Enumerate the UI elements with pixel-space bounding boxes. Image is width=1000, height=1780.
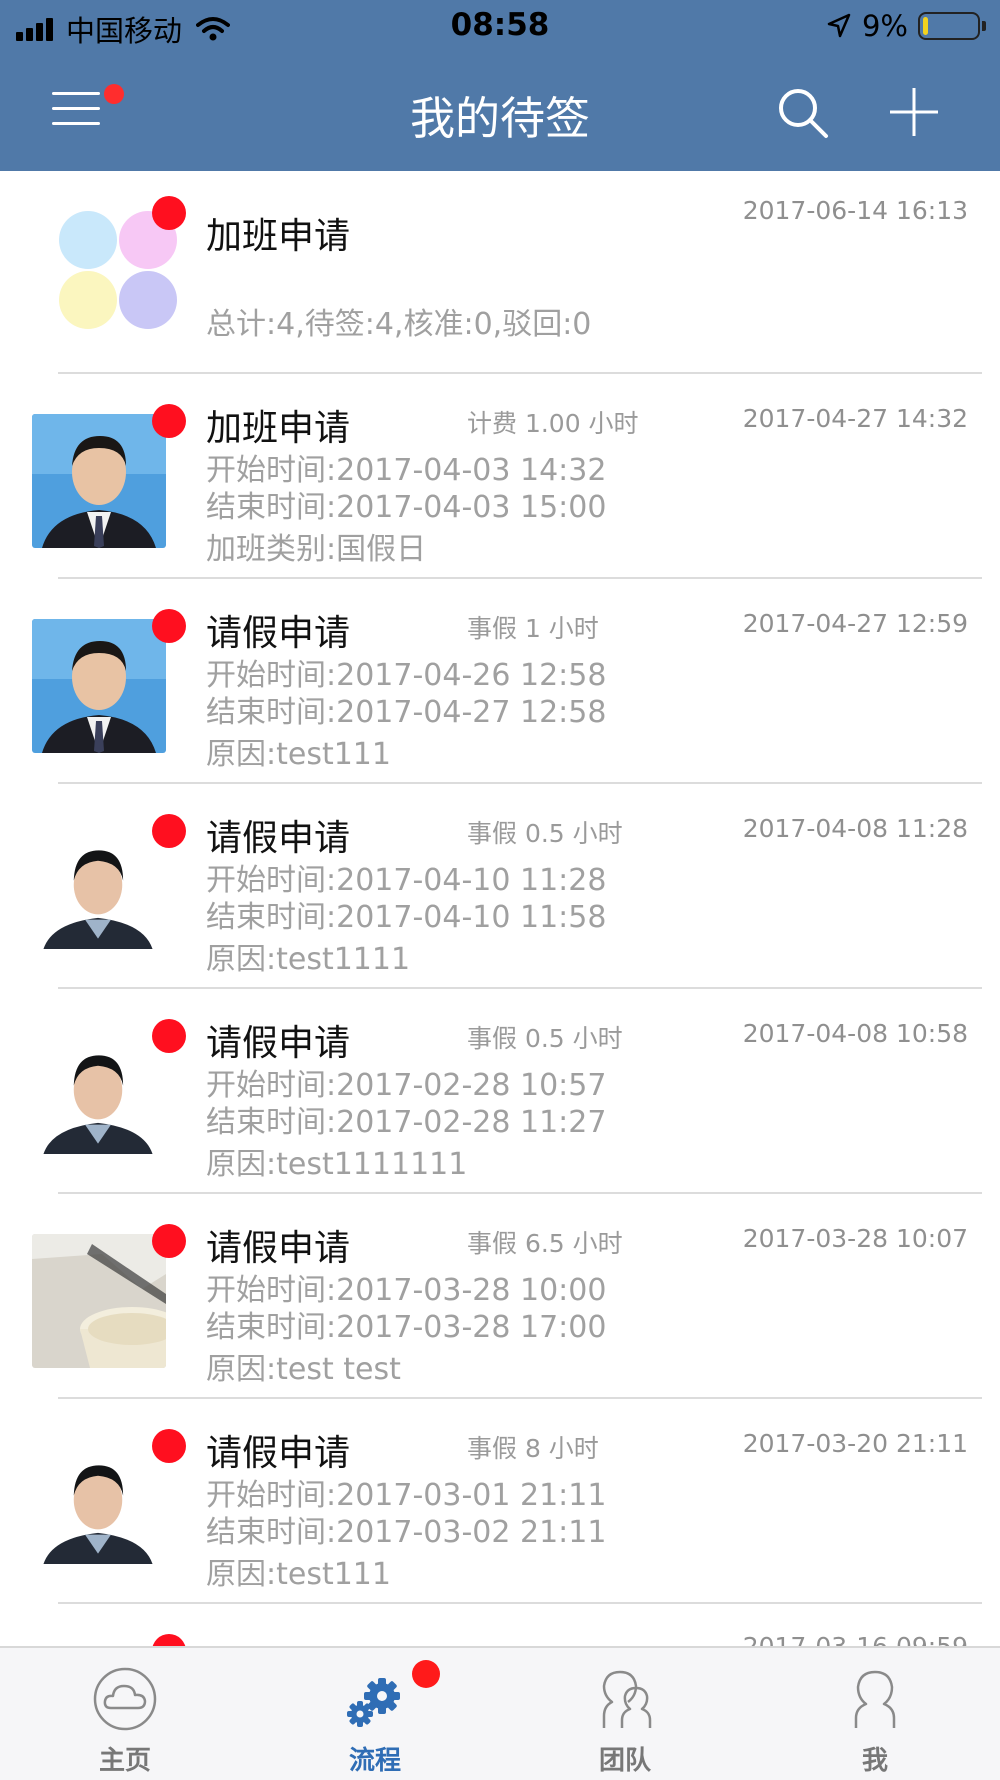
item-time: 2017-04-27 12:59 (742, 609, 968, 638)
unread-badge (152, 609, 186, 643)
avatar (32, 414, 166, 548)
item-time: 2017-03-28 10:07 (742, 1224, 968, 1253)
item-time: 2017-04-08 11:28 (742, 814, 968, 843)
person-icon (854, 1670, 896, 1728)
item-time: 2017-03-16 09:59 (743, 1632, 968, 1646)
item-title: 加班申请 (206, 408, 351, 449)
item-title: 请假申请 (206, 1433, 351, 1474)
location-arrow-icon (827, 13, 851, 38)
list-item[interactable]: 2017-03-16 09:59 (0, 1604, 1000, 1646)
gears-icon (347, 1678, 400, 1727)
item-title: 请假申请 (206, 1228, 351, 1269)
tab-bar: 主页 流程 团队 我 (0, 1646, 1000, 1780)
list-item[interactable]: 请假申请 事假 8 小时 2017-03-20 21:11 开始时间:2017-… (0, 1399, 1000, 1604)
add-icon[interactable] (886, 84, 942, 140)
unread-badge (152, 404, 186, 438)
summary-title: 加班申请 (206, 216, 351, 257)
item-time: 2017-04-27 14:32 (742, 404, 968, 433)
item-detail: 加班类别:国假日 (206, 532, 427, 567)
item-tag: 事假 6.5 小时 (467, 1229, 623, 1258)
item-end: 结束时间:2017-04-03 15:00 (206, 490, 607, 525)
item-detail: 原因:test1111111 (206, 1147, 468, 1182)
item-end: 结束时间:2017-02-28 11:27 (206, 1105, 607, 1140)
item-title: 请假申请 (206, 818, 351, 859)
tab-me[interactable]: 我 (750, 1648, 1000, 1780)
page-title: 我的待签 (409, 92, 590, 145)
item-detail: 原因:test1111 (206, 942, 411, 977)
list-item[interactable]: 请假申请 事假 0.5 小时 2017-04-08 10:58 开始时间:201… (0, 989, 1000, 1194)
list-item[interactable]: 加班申请 计费 1.00 小时 2017-04-27 14:32 开始时间:20… (0, 374, 1000, 579)
summary-time: 2017-06-14 16:13 (742, 196, 968, 225)
battery-tip (982, 21, 986, 31)
workflow-badge (412, 1660, 440, 1688)
item-end: 结束时间:2017-03-02 21:11 (206, 1515, 607, 1550)
avatar (40, 833, 156, 949)
avatar (40, 1038, 156, 1154)
item-detail: 原因:test111 (206, 737, 391, 772)
item-tag: 事假 0.5 小时 (467, 819, 623, 848)
item-title: 请假申请 (206, 613, 351, 654)
unread-badge (152, 1224, 186, 1258)
item-title: 请假申请 (206, 1023, 351, 1064)
summary-stats: 总计:4,待签:4,核准:0,驳回:0 (206, 307, 592, 342)
item-tag: 事假 8 小时 (467, 1434, 599, 1463)
item-tag: 事假 1 小时 (467, 614, 599, 643)
unread-badge (152, 1634, 186, 1646)
avatar (40, 1448, 156, 1564)
item-tag: 计费 1.00 小时 (467, 409, 639, 438)
unread-badge (152, 1429, 186, 1463)
team-icon (602, 1670, 652, 1728)
item-end: 结束时间:2017-04-10 11:58 (206, 900, 607, 935)
summary-row[interactable]: 加班申请 2017-06-14 16:13 总计:4,待签:4,核准:0,驳回:… (0, 171, 1000, 374)
list-item[interactable]: 请假申请 事假 6.5 小时 2017-03-28 10:07 开始时间:201… (0, 1194, 1000, 1399)
unread-badge (152, 1019, 186, 1053)
item-tag: 事假 0.5 小时 (467, 1024, 623, 1053)
battery-icon (918, 12, 980, 40)
status-bar: 中国移动 08:58 9% (0, 0, 1000, 54)
tab-team[interactable]: 团队 (500, 1648, 750, 1780)
tab-label: 团队 (598, 1746, 651, 1776)
item-time: 2017-03-20 21:11 (742, 1429, 968, 1458)
unread-badge (152, 814, 186, 848)
battery-percent: 9% (861, 9, 908, 43)
item-detail: 原因:test111 (206, 1557, 391, 1592)
item-detail: 原因:test test (206, 1352, 401, 1387)
tab-home[interactable]: 主页 (0, 1648, 250, 1780)
tab-label: 主页 (98, 1746, 151, 1776)
item-time: 2017-04-08 10:58 (742, 1019, 968, 1048)
item-end: 结束时间:2017-03-28 17:00 (206, 1310, 607, 1345)
unread-badge (152, 196, 186, 230)
list-item[interactable]: 请假申请 事假 1 小时 2017-04-27 12:59 开始时间:2017-… (0, 579, 1000, 784)
tab-workflow[interactable]: 流程 (250, 1648, 500, 1780)
status-right: 9% (826, 9, 986, 43)
search-icon[interactable] (774, 84, 830, 140)
tab-label: 我 (861, 1746, 888, 1776)
avatar (32, 1234, 166, 1368)
top-bar: 中国移动 08:58 9% 我的待签 (0, 0, 1000, 171)
tab-label: 流程 (348, 1746, 401, 1776)
avatar (32, 619, 166, 753)
cloud-icon (93, 1667, 157, 1731)
list-item[interactable]: 请假申请 事假 0.5 小时 2017-04-08 11:28 开始时间:201… (0, 784, 1000, 989)
item-end: 结束时间:2017-04-27 12:58 (206, 695, 607, 730)
